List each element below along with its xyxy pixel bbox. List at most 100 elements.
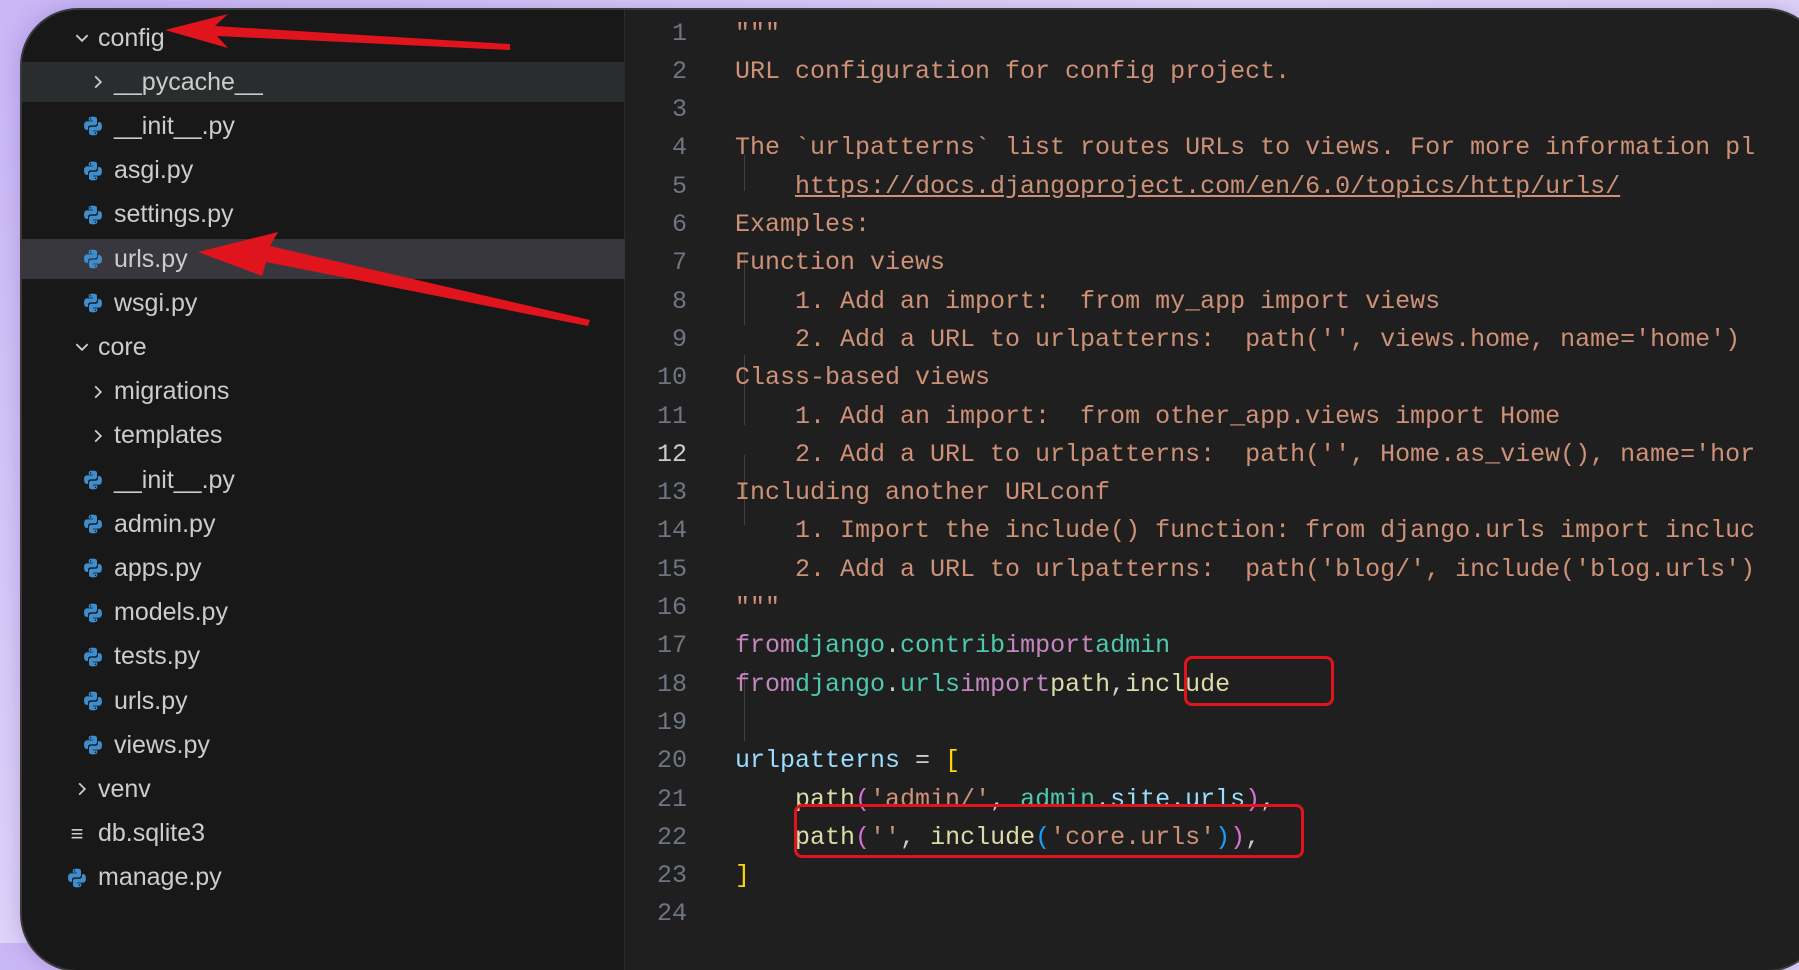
explorer-item-core[interactable]: core xyxy=(22,327,674,367)
explorer-item-models-py[interactable]: models.py xyxy=(22,593,684,633)
explorer-item-init-py[interactable]: __init__.py xyxy=(22,460,684,500)
line-number: 23 xyxy=(656,861,687,891)
import-name: path xyxy=(1050,669,1111,699)
docstring-text: 2. Add a URL to urlpatterns: path('', vi… xyxy=(735,324,1741,354)
explorer-item-wsgi-py[interactable]: wsgi.py xyxy=(22,283,684,323)
python-file-icon xyxy=(82,513,104,535)
highlight-include-import-box xyxy=(1184,656,1334,706)
line-number: 5 xyxy=(671,171,687,201)
highlight-include-path-box xyxy=(794,804,1304,858)
python-file-icon xyxy=(82,469,104,491)
code-line[interactable]: 4 The `urlpatterns` list routes URLs to v… xyxy=(625,131,1755,165)
explorer-item-label: __pycache__ xyxy=(114,67,263,96)
explorer-item-views-py[interactable]: views.py xyxy=(22,725,684,765)
line-number: 8 xyxy=(671,286,687,316)
docstring-text: Including another URLconf xyxy=(735,478,1111,508)
docstring-text: Class-based views xyxy=(735,363,991,393)
line-number: 11 xyxy=(656,401,687,431)
line-number: 20 xyxy=(656,746,687,776)
code-line[interactable]: 14 1. Import the include() function: fro… xyxy=(625,514,1755,548)
code-line[interactable]: 11 1. Add an import: from other_app.view… xyxy=(625,399,1560,433)
code-line[interactable]: 16 """ xyxy=(625,591,780,625)
docstring-text: 1. Add an import: from other_app.views i… xyxy=(735,401,1561,431)
explorer-item-label: admin.py xyxy=(114,509,216,538)
code-line[interactable]: 13 Including another URLconf xyxy=(625,476,1110,510)
explorer-item-label: tests.py xyxy=(114,642,201,671)
dot: . xyxy=(885,669,901,699)
explorer-item-label: wsgi.py xyxy=(114,288,198,317)
explorer-item-settings-py[interactable]: settings.py xyxy=(22,195,684,235)
explorer-item-init-py[interactable]: __init__.py xyxy=(22,106,684,146)
code-line[interactable]: 5 https://docs.djangoproject.com/en/6.0/… xyxy=(625,169,1620,203)
python-file-icon xyxy=(66,867,88,889)
code-line[interactable]: 3 xyxy=(625,93,735,127)
explorer-item-migrations[interactable]: migrations xyxy=(22,372,690,412)
code-line[interactable]: 23] xyxy=(625,859,750,893)
code-line[interactable]: 12 2. Add a URL to urlpatterns: path('',… xyxy=(625,437,1755,471)
explorer-item-label: core xyxy=(98,332,147,361)
line-number: 16 xyxy=(656,593,687,622)
module-name: urls xyxy=(900,669,961,699)
line-number: 24 xyxy=(656,899,687,929)
line-number: 3 xyxy=(671,95,687,125)
python-file-icon xyxy=(82,248,104,270)
explorer-item-db-sqlite3[interactable]: ≡ db.sqlite3 xyxy=(22,814,668,854)
python-file-icon xyxy=(82,646,104,668)
code-line[interactable]: 8 1. Add an import: from my_app import v… xyxy=(625,284,1440,318)
explorer-item-asgi-py[interactable]: asgi.py xyxy=(22,151,684,191)
line-number: 10 xyxy=(656,363,687,393)
code-line[interactable]: 15 2. Add a URL to urlpatterns: path('bl… xyxy=(625,552,1755,586)
explorer-item-label: manage.py xyxy=(98,863,222,892)
explorer-item-label: __init__.py xyxy=(114,465,235,494)
line-number: 1 xyxy=(671,18,687,48)
code-line[interactable]: 6 Examples: xyxy=(625,208,870,242)
code-line[interactable]: 10 Class-based views xyxy=(625,361,990,395)
chevron-down-icon xyxy=(72,29,92,47)
explorer-item-pycache[interactable]: __pycache__ xyxy=(22,62,690,103)
python-file-icon xyxy=(82,292,104,314)
module-name: contrib xyxy=(900,631,1006,661)
lines-file-icon: ≡ xyxy=(70,820,84,846)
explorer-item-config[interactable]: config xyxy=(22,18,674,58)
line-number: 15 xyxy=(656,554,687,584)
python-file-icon xyxy=(82,160,104,182)
keyword-import: import xyxy=(1005,631,1096,661)
explorer-item-venv[interactable]: venv xyxy=(22,769,674,809)
import-name: admin xyxy=(1095,631,1171,661)
explorer-item-tests-py[interactable]: tests.py xyxy=(22,637,684,677)
code-line[interactable]: 24 xyxy=(625,897,735,931)
explorer-item-apps-py[interactable]: apps.py xyxy=(22,548,684,588)
code-line[interactable]: 18 from django. urls import path, include xyxy=(625,667,1230,701)
line-number: 12 xyxy=(656,439,687,469)
docstring-text xyxy=(735,172,795,201)
explorer-item-manage-py[interactable]: manage.py xyxy=(22,858,668,898)
explorer-item-templates[interactable]: templates xyxy=(22,416,690,456)
docs-url-link[interactable]: https://docs.djangoproject.com/en/6.0/to… xyxy=(795,172,1620,201)
line-number: 14 xyxy=(656,516,687,546)
explorer-item-label: config xyxy=(98,23,165,52)
chevron-right-icon xyxy=(88,383,108,401)
code-line[interactable]: 9 2. Add a URL to urlpatterns: path('', … xyxy=(625,322,1740,356)
comma: , xyxy=(1110,669,1126,699)
explorer-item-urls-py[interactable]: urls.py xyxy=(22,681,684,721)
code-line[interactable]: 17 from django. contrib import admin xyxy=(625,629,1170,663)
explorer-item-urls-py[interactable]: urls.py xyxy=(22,239,684,279)
vscode-window: config __pycache__ __init__.py asgi.py setti… xyxy=(22,10,1799,970)
code-line[interactable]: 2 URL configuration for config project. xyxy=(625,54,1290,88)
docstring-text: Examples: xyxy=(735,210,871,239)
code-line[interactable]: 19 xyxy=(625,705,735,739)
explorer-item-admin-py[interactable]: admin.py xyxy=(22,504,684,544)
chevron-right-icon xyxy=(88,73,108,91)
python-file-icon xyxy=(82,204,104,226)
code-line[interactable]: 7 Function views xyxy=(625,246,945,280)
code-line[interactable]: 1 """ xyxy=(625,16,780,50)
docstring-text: Function views xyxy=(735,248,946,278)
module-name: django xyxy=(795,669,886,699)
docstring-text: 2. Add a URL to urlpatterns: path('', Ho… xyxy=(735,439,1756,469)
bracket: [ xyxy=(945,746,961,776)
docstring-text: """ xyxy=(735,18,781,48)
code-line[interactable]: 20 urlpatterns = [ xyxy=(625,744,960,778)
explorer-item-label: apps.py xyxy=(114,553,202,582)
line-number: 19 xyxy=(656,707,687,737)
explorer-item-label: urls.py xyxy=(114,686,188,715)
